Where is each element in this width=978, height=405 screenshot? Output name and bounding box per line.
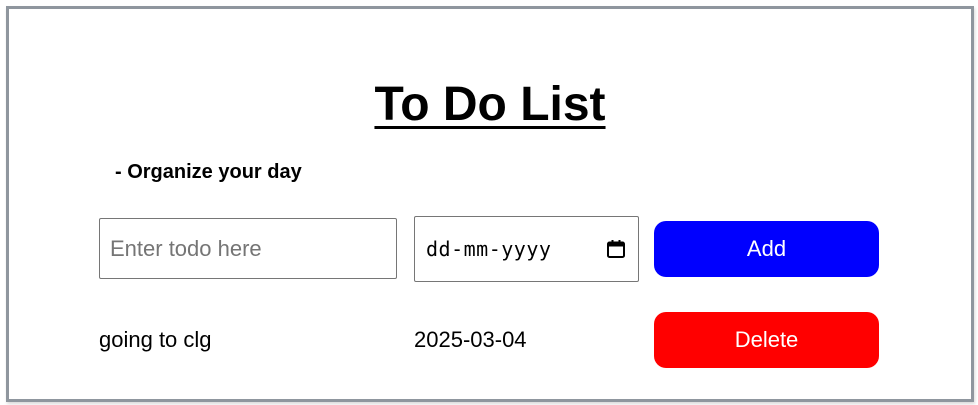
todo-input[interactable] — [99, 218, 397, 279]
page-title: To Do List — [374, 78, 606, 131]
calendar-icon[interactable] — [606, 239, 626, 259]
todo-app-container: To Do List - Organize your day dd-mm-yyy… — [6, 6, 974, 402]
date-input[interactable]: dd-mm-yyyy — [414, 216, 639, 282]
date-input-placeholder: dd-mm-yyyy — [426, 237, 552, 261]
todo-item-date: 2025-03-04 — [414, 327, 527, 352]
delete-button[interactable]: Delete — [654, 312, 879, 368]
todo-item-name: going to clg — [99, 327, 212, 352]
page-subtitle: - Organize your day — [115, 161, 302, 183]
add-button[interactable]: Add — [654, 221, 879, 277]
